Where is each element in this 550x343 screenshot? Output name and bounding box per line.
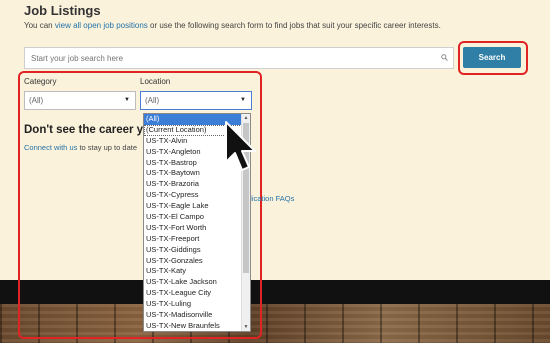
intro-text: You can view all open job positions or u… <box>24 21 441 30</box>
dropdown-option[interactable]: US-TX-Lake Jackson <box>144 277 250 288</box>
category-label: Category <box>24 77 57 86</box>
dropdown-option[interactable]: US-TX-Freeport <box>144 234 250 245</box>
dropdown-option[interactable]: US-TX-New Braunfels <box>144 321 250 331</box>
career-heading: Don't see the career you <box>24 124 158 136</box>
mouse-cursor-icon <box>225 121 256 171</box>
dropdown-option[interactable]: US-TX-Luling <box>144 299 250 310</box>
dropdown-option[interactable]: US-TX-Madisonville <box>144 310 250 321</box>
dropdown-option[interactable]: US-TX-Giddings <box>144 245 250 256</box>
application-faqs-link[interactable]: plication FAQs <box>246 194 294 203</box>
chevron-down-icon: ▼ <box>124 97 130 103</box>
view-all-positions-link[interactable]: view all open job positions <box>55 21 148 30</box>
intro-text-after: or use the following search form to find… <box>147 21 441 30</box>
dropdown-option[interactable]: US-TX-Eagle Lake <box>144 201 250 212</box>
page-title: Job Listings <box>24 3 101 18</box>
connect-text: Connect with us to stay up to date <box>24 143 137 152</box>
location-select-value: (All) <box>145 96 160 105</box>
dropdown-option[interactable]: US-TX-Brazoria <box>144 179 250 190</box>
connect-with-us-link[interactable]: Connect with us <box>24 143 77 152</box>
dropdown-option[interactable]: US-TX-Fort Worth <box>144 223 250 234</box>
dropdown-option[interactable]: US-TX-League City <box>144 288 250 299</box>
connect-text-after: to stay up to date <box>77 143 137 152</box>
search-button[interactable]: Search <box>463 47 521 68</box>
scroll-down-icon[interactable]: ▼ <box>242 323 250 331</box>
dropdown-option[interactable]: US-TX-Cypress <box>144 190 250 201</box>
location-label: Location <box>140 77 171 86</box>
job-search-input[interactable] <box>24 47 454 69</box>
chevron-down-icon: ▼ <box>240 97 246 103</box>
category-select[interactable]: (All) ▼ <box>24 91 136 110</box>
category-select-value: (All) <box>29 96 44 105</box>
intro-text-before: You can <box>24 21 55 30</box>
location-select[interactable]: (All) ▼ <box>140 91 252 110</box>
search-icon[interactable] <box>441 54 448 61</box>
dropdown-option[interactable]: US-TX-El Campo <box>144 212 250 223</box>
dropdown-option[interactable]: US-TX-Katy <box>144 266 250 277</box>
dropdown-option[interactable]: US-TX-Gonzales <box>144 256 250 267</box>
